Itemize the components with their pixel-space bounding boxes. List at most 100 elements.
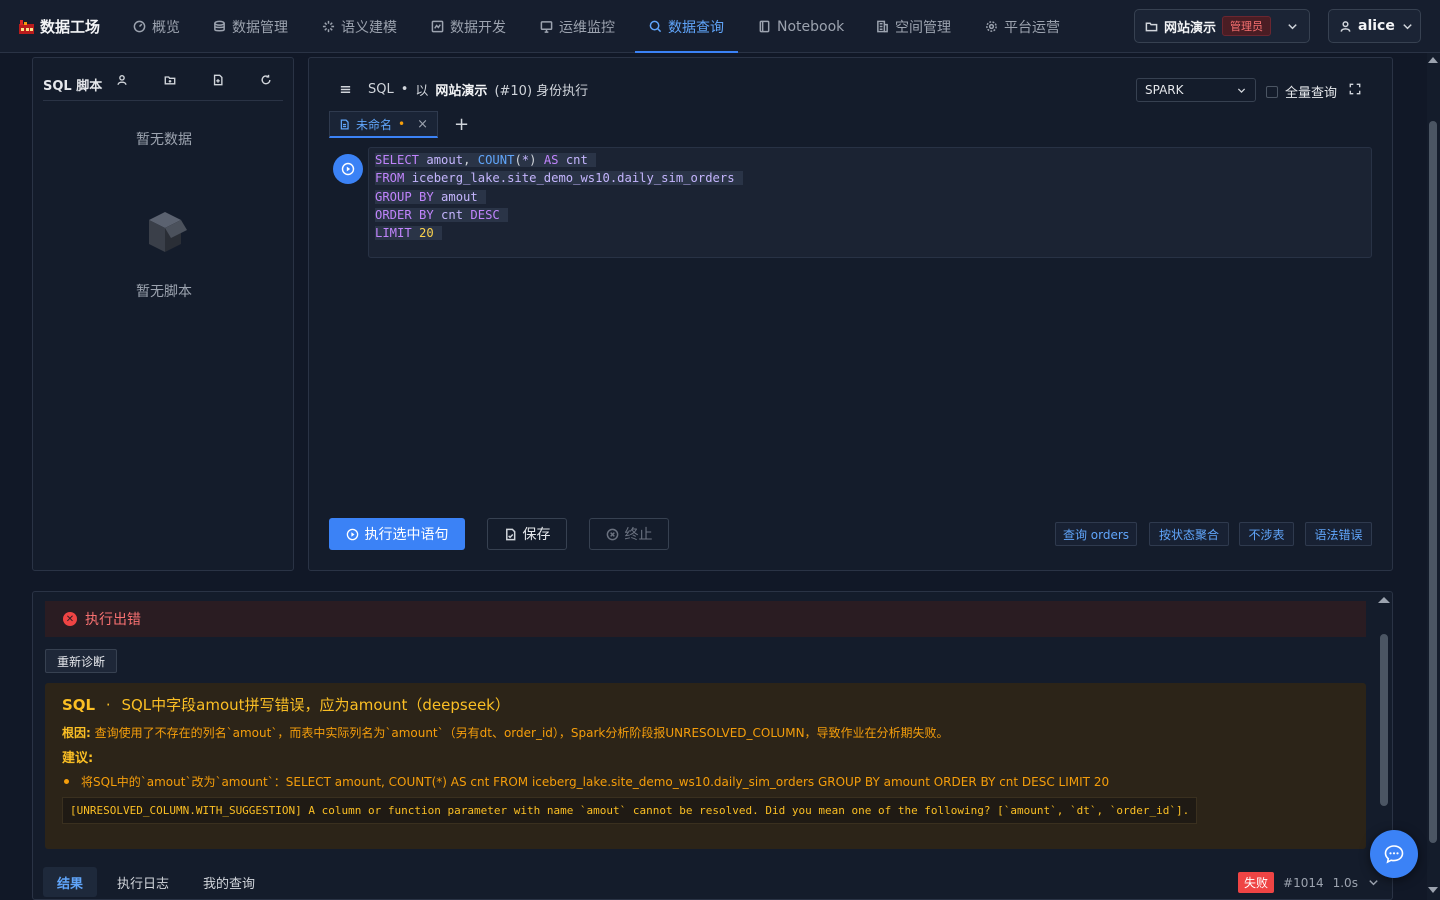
database-icon — [214, 20, 225, 32]
quick-action-group-by-status[interactable]: 按状态聚合 — [1149, 522, 1229, 546]
user-icon — [1340, 20, 1351, 32]
page-scroll-up-arrow[interactable] — [1428, 57, 1438, 63]
top-nav: 数据工场 概览 数据管理 语义建模 数据开发 运维监控 数据查询 Noteboo… — [0, 0, 1440, 53]
page-scroll-down-arrow[interactable] — [1428, 887, 1438, 893]
fullscreen-icon[interactable] — [1349, 83, 1361, 95]
rediagnose-button[interactable]: 重新诊断 — [45, 649, 118, 673]
chevron-down-icon — [1237, 87, 1246, 93]
nav-semantic-modeling[interactable]: 语义建模 — [322, 0, 397, 53]
workspace-name: 网站演示 — [1164, 20, 1217, 36]
script-panel-title: SQL 脚本 — [43, 78, 103, 94]
code-line: FROM iceberg_lake.site_demo_ws10.daily_s… — [375, 169, 1365, 187]
run-statement-button[interactable] — [333, 154, 363, 184]
folder-add-icon — [164, 76, 176, 85]
scroll-up-arrow[interactable] — [1378, 597, 1390, 603]
tab-execution-log[interactable]: 执行日志 — [103, 867, 183, 897]
result-panel: ✕ 执行出错 重新诊断 SQL · SQL中字段amout拼写错误，应为amou… — [32, 591, 1393, 900]
code-line-text: SELECT amout, COUNT(*) AS cnt — [375, 153, 596, 167]
empty-scripts-text: 暂无脚本 — [136, 284, 192, 300]
code-line-text: FROM iceberg_lake.site_demo_ws10.daily_s… — [375, 171, 743, 186]
sql-code-editor[interactable]: SELECT amout, COUNT(*) AS cnt FROM icebe… — [368, 147, 1372, 258]
execute-as-suffix: (#10) 身份执行 — [494, 84, 589, 99]
diagnosis-title-separator: · — [105, 696, 111, 714]
nav-label: 数据开发 — [450, 19, 506, 36]
refresh-button[interactable] — [260, 74, 272, 90]
error-banner-text: 执行出错 — [85, 612, 141, 628]
menu-icon[interactable] — [339, 83, 352, 96]
empty-data-text: 暂无数据 — [136, 132, 192, 148]
bullet-dot — [64, 779, 69, 784]
editor-language: SQL — [368, 82, 394, 97]
engine-select[interactable]: SPARK — [1136, 78, 1256, 102]
nav-notebook[interactable]: Notebook — [758, 0, 844, 53]
refresh-icon — [261, 74, 271, 85]
nav-overview[interactable]: 概览 — [133, 0, 180, 53]
dashboard-icon — [133, 20, 146, 33]
suggestion-item: 将SQL中的`amout`改为`amount`：SELECT amount, C… — [62, 773, 1349, 790]
monitor-icon — [540, 21, 553, 33]
quick-action-query-orders[interactable]: 查询 orders — [1055, 522, 1137, 546]
app-logo[interactable]: 数据工场 — [18, 16, 100, 37]
new-folder-button[interactable] — [164, 74, 176, 90]
nav-data-development[interactable]: 数据开发 — [431, 0, 506, 53]
duration: 1.0s — [1332, 875, 1358, 890]
nav-data-management[interactable]: 数据管理 — [213, 0, 288, 53]
nav-platform-operations[interactable]: 平台运营 — [985, 0, 1060, 53]
full-query-checkbox[interactable] — [1266, 85, 1278, 98]
quick-action-syntax-error[interactable]: 语法错误 — [1305, 522, 1372, 546]
error-icon: ✕ — [63, 612, 77, 626]
nav-label: 数据管理 — [232, 19, 288, 36]
new-script-button[interactable] — [212, 74, 224, 90]
nav-space-management[interactable]: 空间管理 — [876, 0, 951, 53]
result-scrollbar[interactable] — [1380, 634, 1388, 806]
dev-icon — [431, 20, 444, 33]
editor-tab[interactable]: 未命名 • × — [329, 111, 438, 138]
add-tab-button[interactable]: + — [454, 114, 469, 135]
chevron-down-icon[interactable] — [1367, 876, 1380, 889]
page-scrollbar-thumb[interactable] — [1429, 121, 1437, 843]
nav-label: 运维监控 — [559, 19, 615, 36]
quick-action-no-table[interactable]: 不涉表 — [1239, 522, 1294, 546]
folder-icon — [1145, 22, 1158, 31]
raw-error-message: [UNRESOLVED_COLUMN.WITH_SUGGESTION] A co… — [62, 797, 1198, 824]
suggestion-label: 建议: — [62, 751, 94, 766]
execution-status: 失败 #1014 1.0s — [1238, 872, 1380, 893]
code-line: ORDER BY cnt DESC — [375, 206, 1365, 224]
file-add-icon — [213, 74, 223, 86]
close-tab-icon[interactable]: × — [417, 117, 428, 132]
save-label: 保存 — [522, 527, 551, 543]
sql-script-panel: SQL 脚本 暂无数据 暂无脚本 — [32, 57, 294, 571]
stop-circle-icon — [606, 528, 618, 540]
code-line: LIMIT 20 — [375, 224, 1365, 242]
root-cause-label: 根因: — [62, 726, 91, 740]
my-scripts-button[interactable] — [116, 74, 128, 90]
gear-icon — [986, 21, 997, 32]
tab-label: 未命名 — [356, 117, 393, 132]
tab-results[interactable]: 结果 — [43, 867, 98, 897]
stop-label: 终止 — [624, 527, 653, 543]
semantic-icon — [322, 20, 335, 33]
app-title: 数据工场 — [40, 18, 101, 36]
tab-my-queries[interactable]: 我的查询 — [189, 867, 269, 897]
file-icon — [340, 119, 349, 129]
full-query-label: 全量查询 — [1285, 86, 1338, 101]
nav-data-query[interactable]: 数据查询 — [635, 0, 738, 53]
chevron-down-icon — [1403, 23, 1412, 29]
engine-value: SPARK — [1145, 83, 1184, 97]
chat-assistant-button[interactable] — [1370, 830, 1418, 878]
suggestion-text: 将SQL中的`amout`改为`amount`：SELECT amount, C… — [81, 775, 1110, 789]
nav-ops-monitoring[interactable]: 运维监控 — [540, 0, 615, 53]
run-selected-button[interactable]: 执行选中语句 — [329, 518, 465, 550]
save-button[interactable]: 保存 — [487, 518, 567, 550]
building-icon — [877, 20, 888, 33]
search-icon — [649, 20, 662, 33]
workspace-selector[interactable]: 网站演示 管理员 — [1134, 9, 1310, 43]
full-query-toggle[interactable]: 全量查询 — [1266, 82, 1337, 101]
user-menu[interactable]: alice — [1328, 9, 1421, 43]
play-circle-icon — [346, 528, 358, 540]
stop-button[interactable]: 终止 — [589, 518, 669, 550]
nav-label: Notebook — [777, 18, 845, 35]
error-banner: ✕ 执行出错 — [45, 601, 1366, 637]
save-file-icon — [505, 528, 515, 540]
code-line-text: LIMIT 20 — [375, 226, 442, 241]
